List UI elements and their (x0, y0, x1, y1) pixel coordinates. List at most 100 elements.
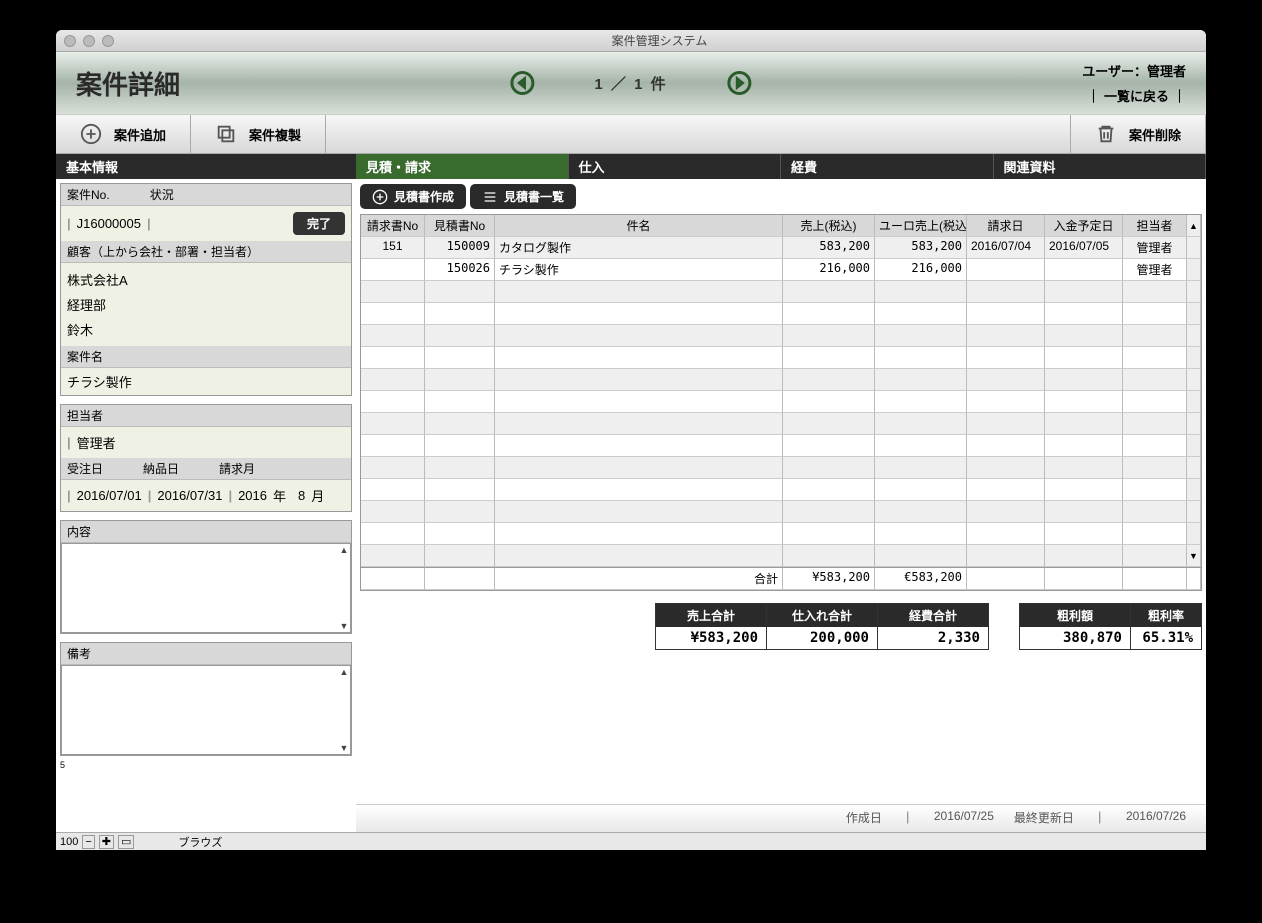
delete-case-button[interactable]: 案件削除 (1071, 115, 1206, 153)
sum-profit: 380,870 (1020, 627, 1130, 649)
th-estimate-no: 見積書No (425, 215, 495, 237)
case-no-value[interactable]: J16000005 (77, 216, 141, 231)
cell-invoice-no[interactable]: 151 (361, 237, 425, 259)
sum-profit-label: 粗利額 (1020, 604, 1130, 627)
memo-panel: 備考 ▲ ▼ (60, 642, 352, 756)
right-pane: 見積・請求 仕入 経費 関連資料 見積書作成 見積書一覧 請求書No 見積書N (356, 154, 1206, 832)
cell-rep[interactable]: 管理者 (1123, 237, 1187, 259)
prev-button[interactable] (510, 71, 534, 95)
max-dot[interactable] (102, 35, 114, 47)
user-name: 管理者 (1147, 64, 1186, 79)
table-row-empty (361, 501, 1201, 523)
complete-button[interactable]: 完了 (293, 212, 345, 235)
sum-purchase-label: 仕入れ合計 (767, 604, 877, 627)
zoom-value[interactable]: 100 (60, 836, 78, 848)
order-date-value[interactable]: 2016/07/01 (77, 488, 142, 503)
page-title: 案件詳細 (76, 65, 180, 102)
sum-rate-label: 粗利率 (1131, 604, 1201, 627)
scroll-down-icon[interactable]: ▼ (339, 621, 349, 631)
order-date-label: 受注日 (67, 460, 103, 477)
table-row-empty (361, 325, 1201, 347)
create-estimate-button[interactable]: 見積書作成 (360, 184, 466, 209)
table-row-empty (361, 479, 1201, 501)
tab-related[interactable]: 関連資料 (994, 154, 1207, 179)
memo-label: 備考 (67, 645, 91, 662)
cell-sales[interactable]: 216,000 (783, 259, 875, 281)
cell-rep[interactable]: 管理者 (1123, 259, 1187, 281)
window-title: 案件管理システム (121, 32, 1198, 49)
rep-label: 担当者 (67, 407, 103, 424)
plus-circle-icon (372, 189, 388, 205)
th-invoice-date: 請求日 (967, 215, 1045, 237)
window-mode-button[interactable]: ▭ (118, 835, 134, 849)
footer-dates: 作成日｜ 2016/07/25 最終更新日｜ 2016/07/26 (356, 804, 1206, 832)
memo-textarea[interactable]: ▲ ▼ (61, 665, 351, 755)
close-dot[interactable] (64, 35, 76, 47)
scroll-up-icon[interactable]: ▲ (1187, 215, 1201, 237)
bill-year-value[interactable]: 2016 (238, 488, 267, 503)
cell-payment-date[interactable] (1045, 259, 1123, 281)
cell-title[interactable]: チラシ製作 (495, 259, 783, 281)
header-right: ユーザー：管理者 ｜一覧に戻る｜ (1082, 61, 1186, 105)
scroll-up-icon[interactable]: ▲ (339, 667, 349, 677)
scroll-up-icon[interactable]: ▲ (339, 545, 349, 555)
cell-title[interactable]: カタログ製作 (495, 237, 783, 259)
case-name-value[interactable]: チラシ製作 (67, 372, 345, 391)
titlebar: 案件管理システム (56, 30, 1206, 52)
company-value[interactable]: 株式会社A (67, 267, 345, 292)
cell-payment-date[interactable]: 2016/07/05 (1045, 237, 1123, 259)
scroll-down-icon[interactable]: ▼ (1187, 545, 1201, 567)
zoom-in-button[interactable]: ✚ (99, 835, 114, 849)
table-totals: 合計 ¥583,200 €583,200 (360, 568, 1202, 591)
th-sales: 売上(税込) (783, 215, 875, 237)
list-icon (482, 189, 498, 205)
summary: 売上合計¥583,200 仕入れ合計200,000 経費合計2,330 粗利額3… (356, 591, 1206, 650)
bill-month-value[interactable]: 8 (298, 488, 305, 503)
cell-estimate-no[interactable]: 150009 (425, 237, 495, 259)
cell-euro-sales[interactable]: 583,200 (875, 237, 967, 259)
zoom-out-button[interactable]: − (82, 835, 94, 849)
next-button[interactable] (728, 71, 752, 95)
content-textarea[interactable]: ▲ ▼ (61, 543, 351, 633)
person-value[interactable]: 鈴木 (67, 317, 345, 342)
tab-expense[interactable]: 経費 (781, 154, 994, 179)
table-row-empty (361, 303, 1201, 325)
total-label: 合計 (495, 568, 783, 590)
th-payment-date: 入金予定日 (1045, 215, 1123, 237)
th-invoice-no: 請求書No (361, 215, 425, 237)
total-euro: €583,200 (875, 568, 967, 590)
table-row[interactable]: 151150009カタログ製作583,200583,2002016/07/042… (361, 237, 1201, 259)
cell-invoice-no[interactable] (361, 259, 425, 281)
duplicate-case-button[interactable]: 案件複製 (191, 115, 326, 153)
scroll-spacer (1187, 237, 1201, 259)
tab-estimate-invoice[interactable]: 見積・請求 (356, 154, 569, 179)
table-row-empty (361, 281, 1201, 303)
tab-purchase[interactable]: 仕入 (569, 154, 782, 179)
table-row-empty (361, 369, 1201, 391)
min-dot[interactable] (83, 35, 95, 47)
table-row[interactable]: 150026チラシ製作216,000216,000管理者 (361, 259, 1201, 281)
th-rep: 担当者 (1123, 215, 1187, 237)
case-no-label: 案件No. (67, 186, 110, 203)
scroll-down-icon[interactable]: ▼ (339, 743, 349, 753)
deliver-date-value[interactable]: 2016/07/31 (157, 488, 222, 503)
cell-estimate-no[interactable]: 150026 (425, 259, 495, 281)
content-panel: 内容 ▲ ▼ (60, 520, 352, 634)
case-name-label: 案件名 (67, 348, 103, 365)
cell-sales[interactable]: 583,200 (783, 237, 875, 259)
cell-invoice-date[interactable] (967, 259, 1045, 281)
sum-rate: 65.31% (1131, 627, 1201, 649)
back-to-list-link[interactable]: ｜一覧に戻る｜ (1082, 86, 1186, 105)
dept-value[interactable]: 経理部 (67, 292, 345, 317)
rep-value[interactable]: 管理者 (77, 433, 116, 452)
estimate-list-button[interactable]: 見積書一覧 (470, 184, 576, 209)
cell-euro-sales[interactable]: 216,000 (875, 259, 967, 281)
table-body: 151150009カタログ製作583,200583,2002016/07/042… (361, 237, 1201, 567)
table-row-empty: ▼ (361, 545, 1201, 567)
user-label: ユーザー： (1082, 64, 1147, 79)
sum-expense: 2,330 (878, 627, 988, 649)
mode-label: ブラウズ (178, 834, 222, 850)
status-bar: 100 − ✚ ▭ ブラウズ (56, 832, 1206, 850)
add-case-button[interactable]: 案件追加 (56, 115, 191, 153)
cell-invoice-date[interactable]: 2016/07/04 (967, 237, 1045, 259)
